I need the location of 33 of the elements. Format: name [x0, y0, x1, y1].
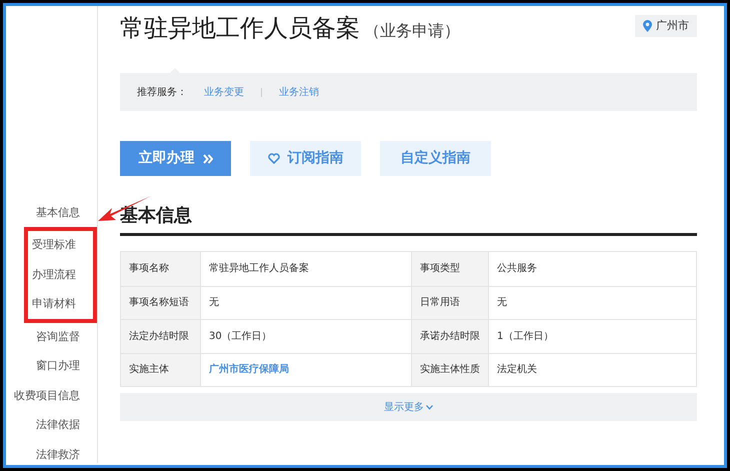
sidebar-item[interactable]: 收费项目信息: [6, 381, 97, 410]
field-label: 日常用语: [411, 286, 489, 319]
field-label: 实施主体: [121, 354, 201, 386]
location-badge[interactable]: 广州市: [635, 15, 697, 37]
chevron-down-icon: [426, 404, 433, 410]
field-value: 常驻异地工作人员备案: [208, 262, 310, 276]
field-value: 无: [496, 296, 508, 310]
sidebar-item[interactable]: 咨询监督: [6, 322, 97, 352]
field-label: 事项名称短语: [121, 286, 201, 319]
field-label: 法定办结时限: [121, 320, 201, 352]
field-label: 事项类型: [411, 252, 489, 286]
double-chevron-icon: [202, 154, 212, 164]
field-label: 承诺办结时限: [411, 320, 489, 352]
recommend-label: 推荐服务：: [137, 86, 187, 100]
location-pin-icon: [643, 20, 652, 32]
field-label: 事项名称: [121, 252, 201, 286]
sidebar-item[interactable]: 法律救济: [6, 440, 97, 470]
sidebar-item[interactable]: 法律依据: [6, 410, 97, 440]
section-title: 基本信息: [120, 204, 193, 228]
sidebar-item[interactable]: 申请材料: [28, 290, 93, 319]
sidebar-item[interactable]: 窗口办理: [6, 352, 97, 381]
sidebar-item[interactable]: 受理标准: [28, 230, 93, 260]
field-value: 1（工作日）: [496, 330, 554, 344]
field-label: 实施主体性质: [411, 354, 489, 386]
sidebar-item[interactable]: 办理流程: [28, 260, 93, 290]
page-subtitle: （业务申请）: [364, 20, 460, 42]
field-value: 30（工作日）: [208, 330, 273, 344]
field-value: 法定机关: [496, 362, 538, 378]
field-value: 无: [208, 296, 220, 310]
sidebar-item[interactable]: 基本信息: [6, 198, 97, 228]
page-title: 常驻异地工作人员备案: [120, 13, 360, 44]
field-value: 公共服务: [496, 262, 538, 276]
heart-icon: [268, 153, 280, 164]
